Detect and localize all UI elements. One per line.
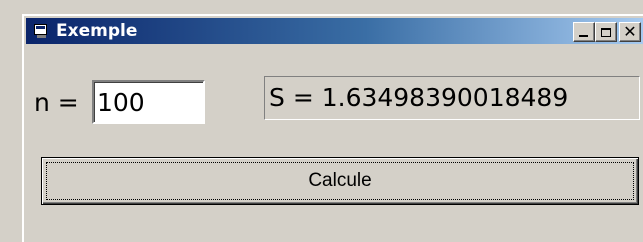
caption-buttons: ✕ xyxy=(573,22,641,42)
minimize-icon xyxy=(579,35,588,37)
n-label: n = xyxy=(34,88,79,117)
calcule-button[interactable]: Calcule xyxy=(41,157,639,205)
close-button[interactable]: ✕ xyxy=(619,22,641,42)
result-label: S = 1.63498390018489 xyxy=(264,76,640,120)
calcule-button-label: Calcule xyxy=(308,170,372,191)
maximize-icon xyxy=(601,27,611,37)
maximize-button[interactable] xyxy=(595,22,617,42)
app-icon[interactable] xyxy=(34,23,50,39)
window-title: Exemple xyxy=(56,21,138,41)
close-icon: ✕ xyxy=(623,22,637,41)
title-bar[interactable]: Exemple ✕ xyxy=(26,18,643,44)
n-input[interactable]: 100 xyxy=(92,80,205,124)
minimize-button[interactable] xyxy=(573,22,595,42)
app-window: Exemple ✕ n = 100 S = 1.63498390018489 C… xyxy=(22,14,643,242)
